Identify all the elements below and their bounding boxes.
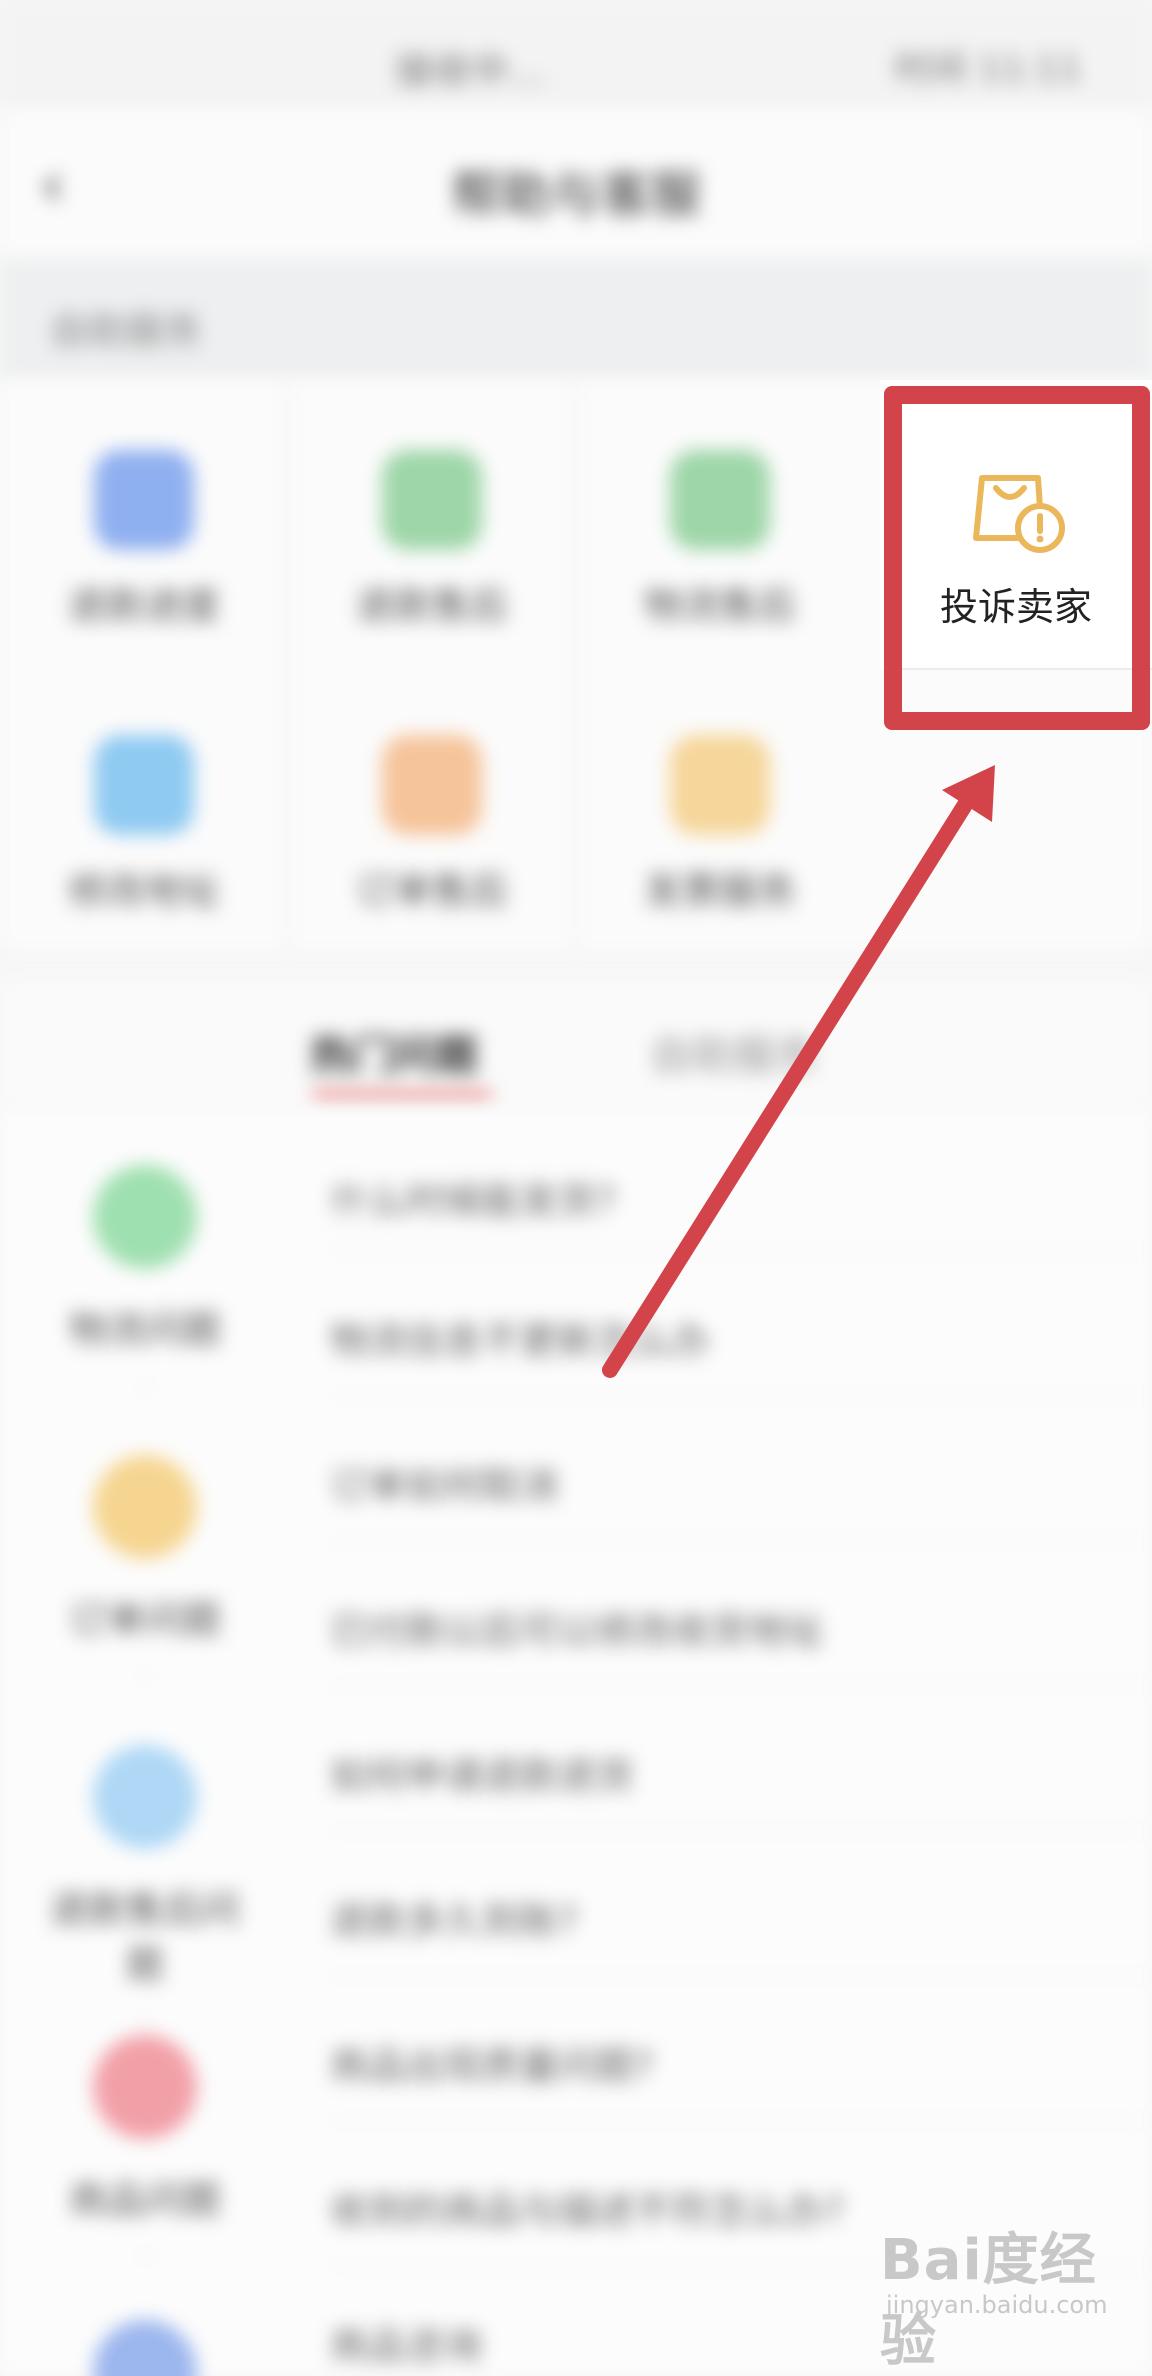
service-order-aftersale[interactable]: 订单售后	[288, 665, 576, 950]
question-divider	[330, 1395, 1152, 1397]
category-name: 物流问题	[68, 1308, 221, 1352]
question-item[interactable]: 物流信息不更新怎么办	[330, 1310, 710, 1365]
service-label: 发票服务	[643, 869, 796, 913]
category-name: 订单问题	[68, 1598, 221, 1642]
question-item[interactable]: 退款多久到账?	[330, 1890, 578, 1945]
category-icon	[93, 1455, 197, 1559]
category-icon	[93, 2035, 197, 2139]
order-icon	[382, 735, 482, 835]
baidu-jingyan-watermark: Bai度经验 jingyan.baidu.com	[880, 2215, 1120, 2374]
refund-progress-icon	[94, 450, 194, 550]
nav-bar: ‹ 帮助与客服	[0, 110, 1152, 260]
status-center-text: 接收中...	[395, 49, 546, 93]
service-modify-address[interactable]: 修改地址	[0, 665, 288, 950]
question-divider	[330, 1685, 1152, 1687]
question-item[interactable]: 商品咨询	[330, 2315, 482, 2370]
watermark-url: jingyan.baidu.com	[886, 2291, 1108, 2319]
service-label: 修改地址	[67, 869, 220, 913]
category-name: 退款售后问题	[49, 1888, 240, 1987]
section-header: 自助服务	[0, 260, 1152, 380]
active-tab-indicator	[312, 1092, 492, 1098]
category-dot: ·	[140, 2007, 150, 2037]
category-logistics[interactable]: 物流问题 ·	[40, 1165, 250, 1402]
service-label: 退款进度	[67, 584, 220, 628]
question-item[interactable]: 订单如何取消	[330, 1455, 558, 1510]
question-item[interactable]: 如何申请退款退货	[330, 1745, 634, 1800]
category-icon	[93, 1745, 197, 1849]
service-label: 物流售后	[643, 584, 796, 628]
page-title: 帮助与客服	[451, 166, 701, 224]
question-tabs: 热门问题 自助服务	[0, 980, 1152, 1110]
category-more[interactable]	[40, 2320, 250, 2376]
service-invoice[interactable]: 发票服务	[576, 665, 864, 950]
question-divider	[330, 2120, 1152, 2122]
category-icon	[93, 2320, 197, 2376]
question-divider	[330, 1540, 1152, 1542]
question-item[interactable]: 什么时候能发货?	[330, 1170, 616, 1225]
help-list: 物流问题 · 订单问题 · 退款售后问题 · 商品问题 · 什么时候能发货? 物…	[0, 1110, 1152, 2376]
service-refund-aftersale[interactable]: 退款售后	[288, 380, 576, 665]
refund-aftersale-icon	[382, 450, 482, 550]
status-right-text: 时间 11:11	[894, 49, 1082, 90]
question-item[interactable]: 收到的商品与描述不符怎么办?	[330, 2180, 844, 2235]
address-icon	[94, 735, 194, 835]
category-icon	[93, 1165, 197, 1269]
category-name: 商品问题	[68, 2178, 221, 2222]
service-refund-progress[interactable]: 退款进度	[0, 380, 288, 665]
logistics-icon	[670, 450, 770, 550]
question-item[interactable]: 已付款以后可以修改收货地址	[330, 1600, 824, 1655]
tab-hot-questions[interactable]: 热门问题	[310, 1022, 478, 1083]
service-label: 退款售后	[355, 584, 508, 628]
category-dot: ·	[140, 2242, 150, 2272]
category-dot: ·	[140, 1372, 150, 1402]
service-label: 订单售后	[355, 869, 508, 913]
question-item[interactable]: 商品出现质量问题?	[330, 2035, 654, 2090]
question-divider	[330, 1250, 1152, 1252]
highlight-box	[884, 386, 1150, 730]
category-product[interactable]: 商品问题 ·	[40, 2035, 250, 2272]
service-logistics-aftersale[interactable]: 物流售后	[576, 380, 864, 665]
tab-self-service[interactable]: 自助服务	[650, 1022, 818, 1083]
status-bar: 接收中... 时间 11:11	[0, 0, 1152, 110]
category-dot: ·	[140, 1662, 150, 1692]
category-order[interactable]: 订单问题 ·	[40, 1455, 250, 1692]
category-refund[interactable]: 退款售后问题 ·	[40, 1745, 250, 2037]
section-label: 自助服务	[50, 309, 203, 353]
question-divider	[330, 1830, 1152, 1832]
question-divider	[330, 1975, 1152, 1977]
invoice-icon	[670, 735, 770, 835]
